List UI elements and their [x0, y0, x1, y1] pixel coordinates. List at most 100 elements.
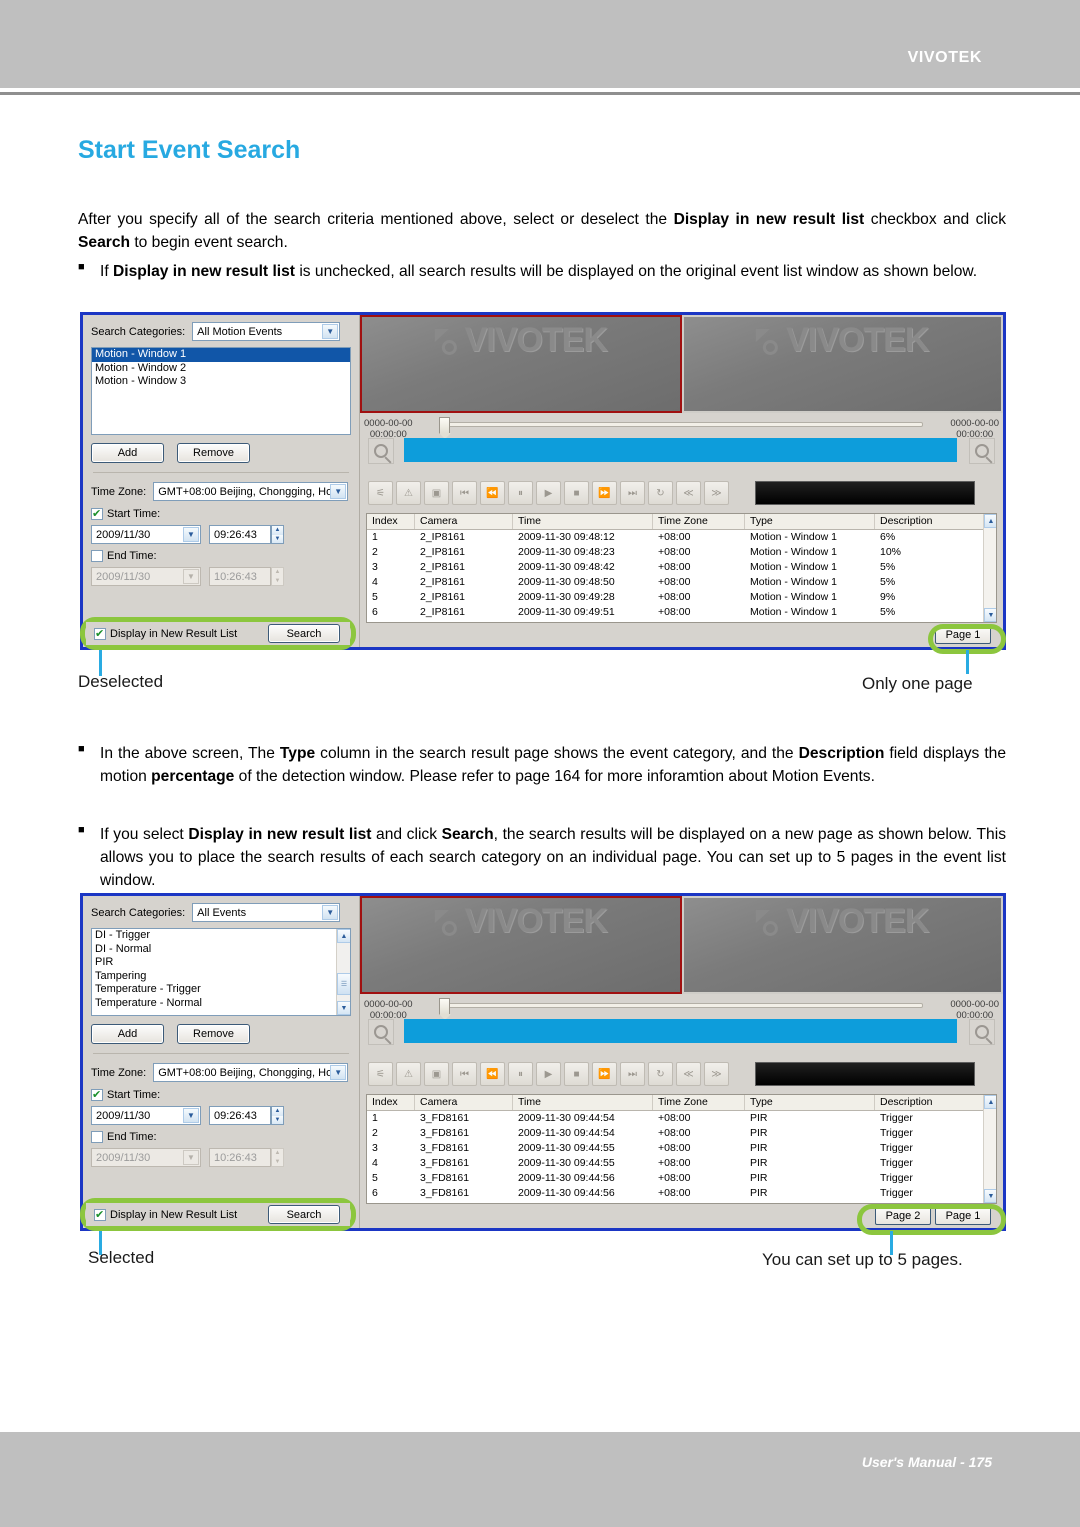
timeline-track-2[interactable] [442, 1003, 923, 1008]
timeline-thumb-2[interactable] [439, 998, 451, 1020]
zoom-out-timeline-button-1[interactable] [368, 438, 394, 464]
column-header-timezone[interactable]: Time Zone [653, 514, 745, 529]
play-icon[interactable]: ▶ [536, 481, 561, 505]
previous-frame-icon[interactable]: ⏪ [480, 481, 505, 505]
remove-button[interactable]: Remove [177, 1024, 250, 1044]
end-time-checkbox-1[interactable]: End Time: [91, 550, 351, 562]
pause-icon[interactable]: ⏸ [508, 1062, 533, 1086]
stepper-up-icon[interactable]: ▲ [272, 526, 283, 535]
table-row[interactable]: 4 3_FD8161 2009-11-30 09:44:55 +08:00 PIR Tri… [367, 1156, 996, 1171]
time-zone-dropdown-1[interactable]: GMT+08:00 Beijing, Chongging, Ho ▼ [153, 482, 349, 501]
list-item[interactable]: Temperature - Normal [92, 997, 350, 1011]
slower-icon[interactable]: ≪ [676, 1062, 701, 1086]
column-header-index[interactable]: Index [367, 514, 415, 529]
slower-icon[interactable]: ≪ [676, 481, 701, 505]
video-cell-1[interactable]: VIVOTEK [360, 315, 682, 413]
listbox-scrollbar-2[interactable]: ▲ ☰ ▼ [336, 929, 350, 1015]
column-header-type[interactable]: Type [745, 1095, 875, 1110]
page-button[interactable]: Page 1 [935, 626, 991, 644]
list-item[interactable]: Motion - Window 3 [92, 375, 350, 389]
pause-icon[interactable]: ⏸ [508, 481, 533, 505]
checkbox-box[interactable] [91, 550, 103, 562]
recording-bar-1[interactable] [404, 438, 957, 462]
start-clock-stepper-1[interactable]: ▲ ▼ [271, 525, 284, 544]
video-cell-2[interactable]: VIVOTEK [681, 315, 1003, 413]
add-button[interactable]: Add [91, 1024, 164, 1044]
list-item[interactable]: DI - Trigger [92, 929, 350, 943]
scroll-thumb[interactable]: ☰ [337, 973, 350, 995]
chevron-down-icon[interactable]: ▼ [330, 484, 347, 499]
search-categories-dropdown-2[interactable]: All Events ▼ [192, 903, 341, 922]
checkbox-box[interactable] [94, 1208, 106, 1222]
column-header-description[interactable]: Description [875, 514, 996, 529]
mark-in-icon[interactable]: ⚟ [368, 1062, 393, 1086]
mark-out-icon[interactable]: ⚠ [396, 1062, 421, 1086]
column-header-type[interactable]: Type [745, 514, 875, 529]
table-row[interactable]: 6 2_IP8161 2009-11-30 09:49:51 +08:00 Motion… [367, 605, 996, 620]
start-time-checkbox-1[interactable]: Start Time: [91, 507, 351, 521]
video-cell-1[interactable]: VIVOTEK [360, 896, 682, 994]
table-row[interactable]: 3 3_FD8161 2009-11-30 09:44:55 +08:00 PIR Tri… [367, 1141, 996, 1156]
faster-icon[interactable]: ≫ [704, 481, 729, 505]
table-row[interactable]: 6 3_FD8161 2009-11-30 09:44:56 +08:00 PIR Tri… [367, 1186, 996, 1201]
column-header-index[interactable]: Index [367, 1095, 415, 1110]
stepper-down-icon[interactable]: ▼ [272, 534, 283, 543]
checkbox-box[interactable] [91, 1131, 103, 1143]
snapshot-icon[interactable]: ▣ [424, 1062, 449, 1086]
table-row[interactable]: 3 2_IP8161 2009-11-30 09:48:42 +08:00 Motion… [367, 560, 996, 575]
rewind-start-icon[interactable]: ⏮ [452, 481, 477, 505]
mark-in-icon[interactable]: ⚟ [368, 481, 393, 505]
chevron-down-icon[interactable]: ▼ [322, 324, 339, 339]
stepper-down-icon[interactable]: ▼ [272, 1115, 283, 1124]
table-row[interactable]: 4 2_IP8161 2009-11-30 09:48:50 +08:00 Motion… [367, 575, 996, 590]
checkbox-box[interactable] [91, 1088, 103, 1102]
recording-bar-2[interactable] [404, 1019, 957, 1043]
column-header-camera[interactable]: Camera [415, 1095, 513, 1110]
list-item[interactable]: Temperature - Trigger [92, 983, 350, 997]
column-header-description[interactable]: Description [875, 1095, 996, 1110]
next-frame-icon[interactable]: ⏩ [592, 481, 617, 505]
display-in-new-result-list-checkbox-2[interactable]: Display in New Result List [94, 1208, 237, 1222]
event-result-table-1[interactable]: Index Camera Time Time Zone Type Descrip… [366, 513, 997, 623]
table-scrollbar-1[interactable]: ▲ ▼ [983, 514, 996, 622]
scroll-down-icon[interactable]: ▼ [337, 1001, 350, 1015]
start-clock-field-1[interactable]: 09:26:43 [209, 525, 271, 544]
checkbox-box[interactable] [91, 507, 103, 521]
table-row[interactable]: 2 3_FD8161 2009-11-30 09:44:54 +08:00 PIR Tri… [367, 1126, 996, 1141]
table-scrollbar-2[interactable]: ▲ ▼ [983, 1095, 996, 1203]
page-button[interactable]: Page 1 [935, 1207, 991, 1225]
start-date-field-2[interactable]: 2009/11/30 ▼ [91, 1106, 201, 1125]
column-header-time[interactable]: Time [513, 1095, 653, 1110]
category-listbox-2[interactable]: DI - Trigger DI - Normal PIR Tampering T… [91, 928, 351, 1016]
list-item[interactable]: Motion - Window 2 [92, 362, 350, 376]
column-header-time[interactable]: Time [513, 514, 653, 529]
zoom-in-timeline-button-1[interactable] [969, 438, 995, 464]
play-icon[interactable]: ▶ [536, 1062, 561, 1086]
list-item[interactable]: PIR [92, 956, 350, 970]
scroll-up-icon[interactable]: ▲ [984, 1095, 996, 1109]
table-row[interactable]: 1 3_FD8161 2009-11-30 09:44:54 +08:00 PIR Tri… [367, 1111, 996, 1126]
faster-icon[interactable]: ≫ [704, 1062, 729, 1086]
end-time-checkbox-2[interactable]: End Time: [91, 1131, 351, 1143]
search-button-2[interactable]: Search [268, 1205, 340, 1224]
add-button[interactable]: Add [91, 443, 164, 463]
chevron-down-icon[interactable]: ▼ [183, 1108, 199, 1123]
chevron-down-icon[interactable]: ▼ [330, 1065, 347, 1080]
page-button[interactable]: Page 2 [875, 1207, 931, 1225]
scroll-up-icon[interactable]: ▲ [984, 514, 996, 528]
chevron-down-icon[interactable]: ▼ [322, 905, 339, 920]
checkbox-box[interactable] [94, 627, 106, 641]
event-result-table-2[interactable]: Index Camera Time Time Zone Type Descrip… [366, 1094, 997, 1204]
event-search-window-unchecked[interactable]: Search Categories: All Motion Events ▼ M… [80, 312, 1006, 650]
timeline-thumb-1[interactable] [439, 417, 451, 439]
scroll-up-icon[interactable]: ▲ [337, 929, 350, 943]
event-search-window-checked[interactable]: Search Categories: All Events ▼ DI - Tri… [80, 893, 1006, 1231]
loop-icon[interactable]: ↻ [648, 1062, 673, 1086]
loop-icon[interactable]: ↻ [648, 481, 673, 505]
mark-out-icon[interactable]: ⚠ [396, 481, 421, 505]
search-categories-dropdown-1[interactable]: All Motion Events ▼ [192, 322, 341, 341]
zoom-in-timeline-button-2[interactable] [969, 1019, 995, 1045]
list-item[interactable]: DI - Normal [92, 943, 350, 957]
time-zone-dropdown-2[interactable]: GMT+08:00 Beijing, Chongging, Ho ▼ [153, 1063, 349, 1082]
snapshot-icon[interactable]: ▣ [424, 481, 449, 505]
